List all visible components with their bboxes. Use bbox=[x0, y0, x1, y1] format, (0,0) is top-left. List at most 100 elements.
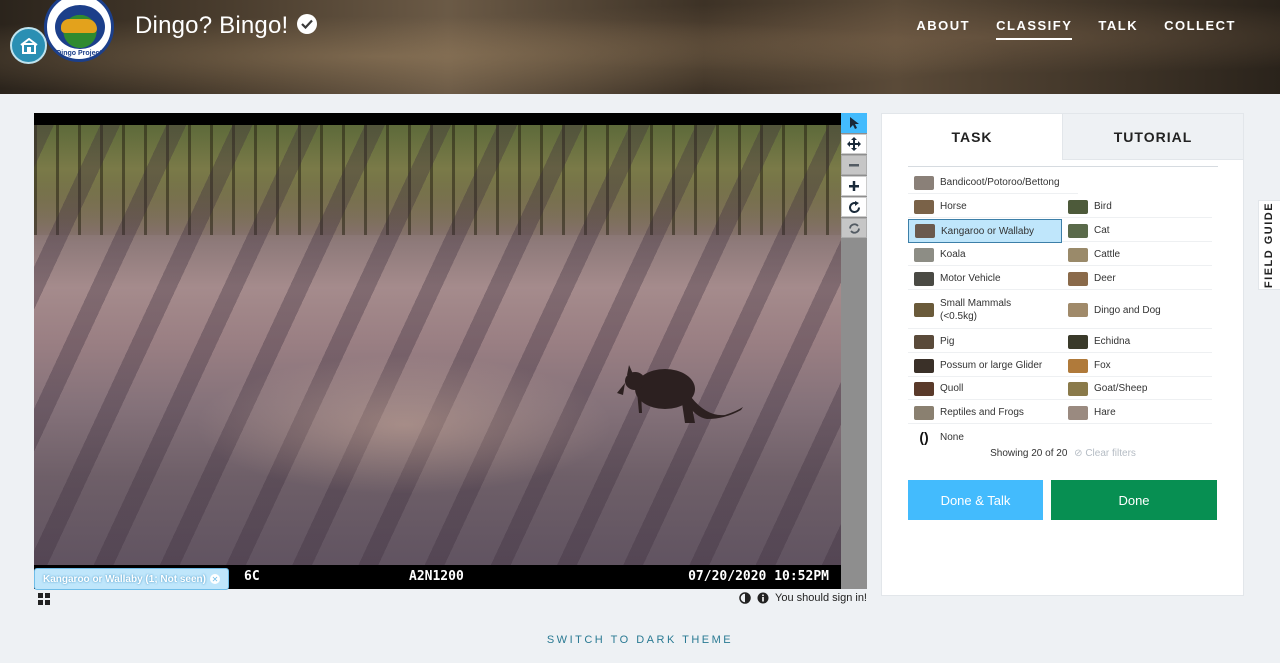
pointer-tool[interactable] bbox=[841, 113, 867, 133]
choice-label: Bird bbox=[1094, 201, 1112, 212]
dingo-icon bbox=[61, 19, 97, 33]
nav-collect[interactable]: COLLECT bbox=[1164, 18, 1236, 40]
choice-small-mammals[interactable]: Small Mammals (<0.5kg) bbox=[908, 292, 1062, 329]
choice-thumbnail bbox=[1068, 223, 1088, 238]
choice-label: Horse bbox=[940, 201, 967, 212]
choice-thumbnail bbox=[914, 247, 934, 262]
empty-brackets-icon: () bbox=[919, 429, 929, 445]
invert-icon[interactable] bbox=[739, 592, 751, 604]
choice-thumbnail bbox=[914, 303, 934, 317]
home-button[interactable] bbox=[10, 27, 47, 64]
photo-shadows bbox=[34, 125, 841, 577]
choice-motor-vehicle[interactable]: Motor Vehicle bbox=[908, 268, 1062, 290]
viewer-toolbar bbox=[841, 113, 867, 589]
tab-tutorial[interactable]: TUTORIAL bbox=[1062, 114, 1243, 160]
choice-thumbnail bbox=[914, 199, 934, 214]
choice-thumbnail bbox=[915, 224, 935, 238]
choice-goat-sheep[interactable]: Goat/Sheep bbox=[1062, 378, 1212, 400]
nav-about[interactable]: ABOUT bbox=[916, 18, 970, 40]
choice-thumbnail bbox=[1068, 405, 1088, 420]
zoom-in-tool[interactable] bbox=[841, 176, 867, 196]
choice-echidna[interactable]: Echidna bbox=[1062, 331, 1212, 353]
rotate-icon bbox=[848, 200, 860, 213]
choice-none[interactable]: () None bbox=[908, 426, 1062, 448]
choice-label: Cattle bbox=[1094, 249, 1121, 260]
ban-icon: ⊘ bbox=[1074, 448, 1083, 459]
reset-tool[interactable] bbox=[841, 218, 867, 238]
choice-thumbnail bbox=[914, 271, 934, 286]
choice-cat[interactable]: Cat bbox=[1062, 220, 1212, 242]
choice-hare[interactable]: Hare bbox=[1062, 402, 1212, 424]
choice-pig[interactable]: Pig bbox=[908, 331, 1062, 353]
choice-reptiles-and-frogs[interactable]: Reptiles and Frogs bbox=[908, 402, 1062, 424]
grid-view-icon[interactable] bbox=[37, 592, 51, 606]
zoom-out-tool[interactable] bbox=[841, 155, 867, 175]
choice-label: Goat/Sheep bbox=[1094, 383, 1148, 394]
choice-fox[interactable]: Fox bbox=[1062, 355, 1212, 377]
signin-text: You should sign in! bbox=[775, 592, 867, 604]
clear-filters-button[interactable]: ⊘ Clear filters bbox=[1074, 448, 1136, 459]
project-header: Dingo Project Dingo? Bingo! ABOUT CLASSI… bbox=[0, 0, 1280, 94]
choice-thumbnail bbox=[1068, 303, 1088, 317]
choice-label: Bandicoot/Potoroo/Bettong bbox=[940, 177, 1060, 188]
subject-viewer[interactable]: 6C A2N1200 07/20/2020 10:52PM bbox=[34, 113, 841, 589]
choice-label: Koala bbox=[940, 249, 966, 260]
choice-thumbnail bbox=[1068, 271, 1088, 286]
wallaby-figure bbox=[617, 365, 743, 423]
info-icon[interactable] bbox=[757, 592, 769, 604]
choice-thumbnail bbox=[1068, 358, 1088, 373]
project-nav: ABOUT CLASSIFY TALK COLLECT bbox=[916, 18, 1236, 40]
mark-label-chip[interactable]: Kangaroo or Wallaby (1; Not seen) ✕ bbox=[34, 568, 229, 590]
photo-sunlight bbox=[194, 355, 614, 495]
rotate-tool[interactable] bbox=[841, 197, 867, 217]
signin-notice: You should sign in! bbox=[739, 592, 867, 604]
clear-filters-label: Clear filters bbox=[1085, 448, 1136, 459]
choice-bandicoot[interactable]: Bandicoot/Potoroo/Bettong bbox=[908, 172, 1078, 194]
switch-theme-button[interactable]: SWITCH TO DARK THEME bbox=[0, 634, 1280, 646]
choice-thumbnail bbox=[914, 175, 934, 190]
choice-label: Quoll bbox=[940, 383, 964, 394]
nav-talk[interactable]: TALK bbox=[1098, 18, 1138, 40]
choice-thumbnail bbox=[1068, 247, 1088, 262]
choice-label: Kangaroo or Wallaby bbox=[941, 225, 1035, 237]
choice-quoll[interactable]: Quoll bbox=[908, 378, 1062, 400]
choice-thumbnail bbox=[914, 381, 934, 396]
choice-kangaroo-or-wallaby[interactable]: Kangaroo or Wallaby bbox=[908, 219, 1062, 243]
camera-trap-photo[interactable] bbox=[34, 125, 841, 577]
choice-dingo-and-dog[interactable]: Dingo and Dog bbox=[1062, 292, 1212, 329]
choice-koala[interactable]: Koala bbox=[908, 244, 1062, 266]
choice-label: Small Mammals (<0.5kg) bbox=[940, 298, 1012, 322]
choice-thumbnail bbox=[914, 358, 934, 373]
tab-task[interactable]: TASK bbox=[882, 114, 1062, 160]
choice-deer[interactable]: Deer bbox=[1062, 268, 1212, 290]
showing-count: Showing 20 of 20 bbox=[990, 448, 1068, 459]
choice-bird[interactable]: Bird bbox=[1062, 196, 1212, 218]
choice-thumbnail bbox=[1068, 199, 1088, 214]
pointer-icon bbox=[850, 117, 859, 129]
mark-label-text: Kangaroo or Wallaby (1; Not seen) bbox=[43, 573, 206, 585]
species-choices: Bandicoot/Potoroo/Bettong Horse Bird Kan… bbox=[908, 166, 1218, 444]
zoom-out-icon bbox=[849, 164, 859, 167]
nav-classify[interactable]: CLASSIFY bbox=[996, 18, 1073, 40]
home-icon bbox=[19, 37, 38, 54]
project-logo[interactable]: Dingo Project bbox=[44, 0, 114, 62]
choice-label: Dingo and Dog bbox=[1094, 304, 1161, 316]
choice-cattle[interactable]: Cattle bbox=[1062, 244, 1212, 266]
choice-thumbnail bbox=[914, 405, 934, 420]
choice-label: Reptiles and Frogs bbox=[940, 407, 1024, 418]
choice-label: Hare bbox=[1094, 407, 1116, 418]
project-title[interactable]: Dingo? Bingo! bbox=[135, 12, 288, 40]
choice-thumbnail bbox=[1068, 381, 1088, 396]
remove-mark-icon[interactable]: ✕ bbox=[209, 574, 220, 584]
pan-icon bbox=[847, 137, 861, 151]
field-guide-tab[interactable]: FIELD GUIDE bbox=[1258, 200, 1280, 290]
choice-horse[interactable]: Horse bbox=[908, 196, 1062, 218]
done-and-talk-button[interactable]: Done & Talk bbox=[908, 480, 1043, 520]
pan-tool[interactable] bbox=[841, 134, 867, 154]
choice-thumbnail bbox=[1068, 334, 1088, 349]
done-button[interactable]: Done bbox=[1051, 480, 1217, 520]
choice-label: None bbox=[940, 431, 964, 443]
filter-status: Showing 20 of 20 ⊘ Clear filters bbox=[908, 448, 1218, 459]
task-panel: TASK TUTORIAL Bandicoot/Potoroo/Bettong … bbox=[881, 113, 1244, 596]
choice-possum[interactable]: Possum or large Glider bbox=[908, 355, 1062, 377]
